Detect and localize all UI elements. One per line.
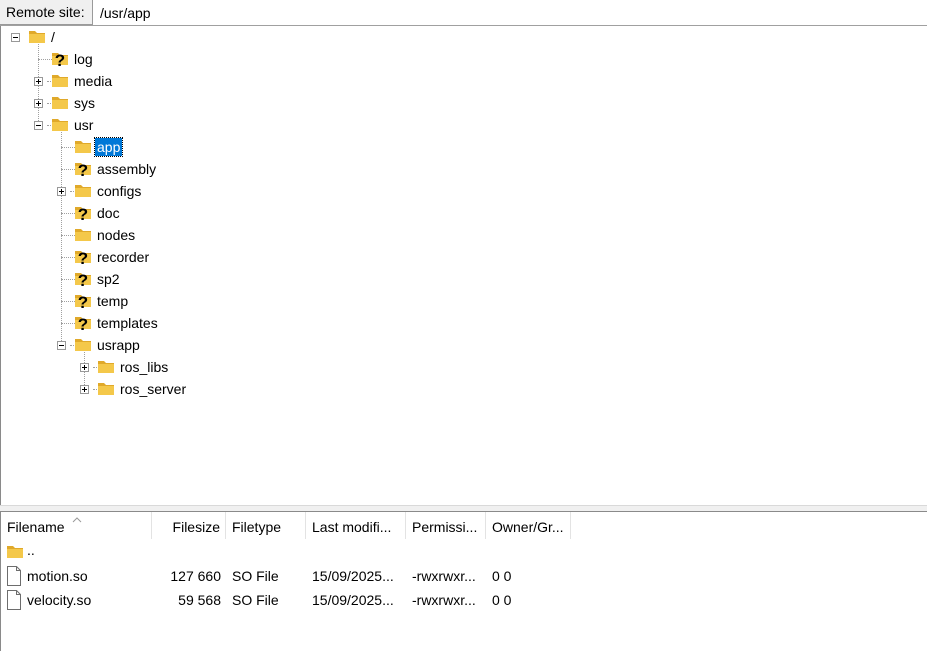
unknown-folder-icon: ? [51,51,69,70]
column-header-filename[interactable]: Filename [1,512,152,539]
tree-connector-line [61,130,62,345]
cell-permissions: -rwxrwxr... [412,592,476,608]
svg-text:?: ? [78,293,88,309]
folder-icon [74,139,92,155]
cell-owner: 0 0 [492,568,512,584]
remote-file-list[interactable]: Filename Filesize Filetype Last modifi... Pe… [0,512,927,651]
tree-item-label: temp [97,293,129,309]
folder-icon [97,359,115,375]
remote-site-panel: Remote site: /?logmediasysusrapp?assembl… [0,0,927,651]
tree-item-label: sp2 [97,271,120,287]
column-header-permissions[interactable]: Permissi... [406,512,486,539]
column-header-label: Owner/Gr... [492,519,564,535]
tree-item-label: nodes [97,227,136,243]
cell-modified: 15/09/2025... [312,568,394,584]
collapse-icon[interactable] [57,341,66,350]
tree-item-label: recorder [97,249,150,265]
tree-item-label: doc [97,205,120,221]
cell-permissions [412,540,486,564]
file-row[interactable]: motion.so 127 660 SO File 15/09/2025... -rwx… [1,564,927,588]
file-list-header: Filename Filesize Filetype Last modifi... Pe… [1,512,927,539]
column-header-label: Filename [7,519,65,535]
folder-icon [51,73,69,89]
collapse-icon[interactable] [34,121,43,130]
cell-filesize: 127 660 [170,568,221,584]
svg-text:?: ? [78,161,88,177]
folder-icon [97,381,115,397]
tree-item-label: assembly [97,161,157,177]
tree-item-label: templates [97,315,158,331]
folder-icon [51,117,69,133]
cell-filetype: SO File [232,568,279,584]
tree-item-label: usrapp [97,337,140,353]
unknown-folder-icon: ? [74,315,92,334]
tree-item-label: media [74,73,113,89]
unknown-folder-icon: ? [74,293,92,312]
cell-filename: velocity.so [27,592,92,608]
svg-text:?: ? [78,271,88,287]
cell-filesize: 59 568 [178,592,221,608]
tree-item-label: ros_server [120,381,187,397]
column-header-filetype[interactable]: Filetype [226,512,306,539]
folder-icon [28,29,46,45]
tree-item-label: sys [74,95,95,111]
svg-text:?: ? [78,205,88,221]
cell-filetype: SO File [232,592,279,608]
pane-splitter[interactable] [0,505,927,512]
column-header-label: Last modifi... [312,519,392,535]
expand-icon[interactable] [34,77,43,86]
unknown-folder-icon: ? [74,249,92,268]
cell-owner: 0 0 [492,592,512,608]
sort-ascending-icon [71,512,83,523]
svg-text:?: ? [78,249,88,265]
column-header-owner[interactable]: Owner/Gr... [486,512,571,539]
svg-text:?: ? [78,315,88,331]
cell-modified [312,540,406,564]
unknown-folder-icon: ? [74,205,92,224]
tree-item-label: ros_libs [120,359,169,375]
file-row[interactable]: velocity.so 59 568 SO File 15/09/2025... -rw… [1,588,927,612]
file-row[interactable]: .. [1,540,927,564]
cell-filetype [232,540,306,564]
folder-icon [74,337,92,353]
svg-text:?: ? [55,51,65,67]
tree-item-label: app [93,137,124,157]
cell-owner [492,540,571,564]
cell-filename: motion.so [27,568,88,584]
tree-item-label: configs [97,183,142,199]
remote-directory-tree[interactable]: /? log media sys usr app? assembly configs? doc n… [0,26,927,505]
folder-icon [74,227,92,243]
tree-item-label: usr [74,117,94,133]
cell-modified: 15/09/2025... [312,592,394,608]
column-header-filesize[interactable]: Filesize [152,512,226,539]
remote-path-input[interactable] [94,0,927,25]
unknown-folder-icon: ? [74,161,92,180]
cell-filesize [152,540,221,564]
folder-icon [51,95,69,111]
folder-icon [74,183,92,199]
file-icon [6,590,22,610]
file-icon [6,566,22,586]
unknown-folder-icon: ? [74,271,92,290]
remote-site-label: Remote site: [0,0,93,25]
expand-icon[interactable] [80,385,89,394]
column-header-label: Filesize [172,519,220,535]
tree-item-label: log [74,51,93,67]
expand-icon[interactable] [57,187,66,196]
remote-site-bar: Remote site: [0,0,927,26]
tree-item-label: / [51,29,55,45]
expand-icon[interactable] [34,99,43,108]
collapse-icon[interactable] [11,33,20,42]
expand-icon[interactable] [80,363,89,372]
column-header-modified[interactable]: Last modifi... [306,512,406,539]
column-header-label: Filetype [232,519,282,535]
cell-filename: .. [27,542,35,558]
cell-permissions: -rwxrwxr... [412,568,476,584]
folder-icon [6,544,23,564]
column-header-label: Permissi... [412,519,478,535]
